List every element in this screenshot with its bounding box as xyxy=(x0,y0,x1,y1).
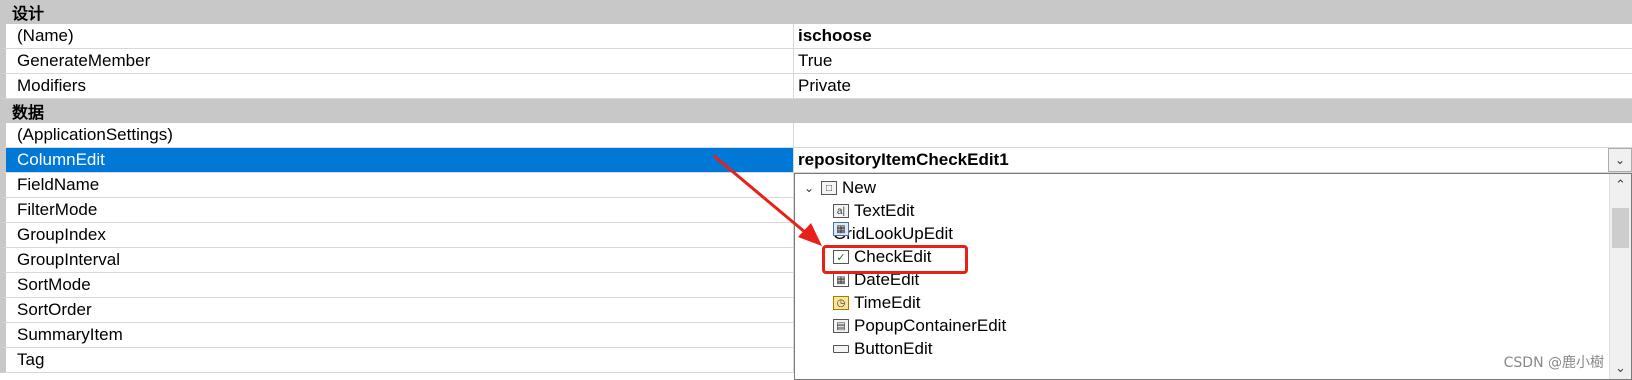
property-row-name[interactable]: (Name) ischoose xyxy=(0,24,1632,49)
column-edit-dropdown[interactable]: ⌄ □ New a| TextEdit ▦ GridLookUpEdit ✓ C… xyxy=(794,173,1632,380)
property-value[interactable] xyxy=(794,123,1632,148)
property-name: ColumnEdit xyxy=(0,148,794,173)
property-name: SortMode xyxy=(0,273,794,298)
property-grid-window: 设计 (Name) ischoose GenerateMember True M… xyxy=(0,0,1632,380)
category-design[interactable]: 设计 xyxy=(0,0,1632,24)
property-row-modifiers[interactable]: Modifiers Private xyxy=(0,74,1632,99)
category-data[interactable]: 数据 xyxy=(0,99,1632,123)
button-icon xyxy=(833,345,849,353)
dropdown-scrollbar[interactable]: ⌃ ⌄ xyxy=(1609,174,1631,379)
tree-item-label: GridLookUpEdit xyxy=(833,224,954,243)
property-name: (ApplicationSettings) xyxy=(0,123,794,148)
property-name: SummaryItem xyxy=(0,323,794,348)
property-name: GroupIndex xyxy=(0,223,794,248)
gridlookup-icon: ▦ xyxy=(833,222,849,236)
property-row-applicationsettings[interactable]: (ApplicationSettings) xyxy=(0,123,1632,148)
property-name: Tag xyxy=(0,348,794,373)
property-value[interactable]: True xyxy=(794,49,1632,74)
property-name: FieldName xyxy=(0,173,794,198)
category-data-label: 数据 xyxy=(12,103,45,122)
tree-item-gridlookupedit[interactable]: ▦ GridLookUpEdit xyxy=(833,222,953,246)
property-name: GroupInterval xyxy=(0,248,794,273)
property-row-generatemember[interactable]: GenerateMember True xyxy=(0,49,1632,74)
tree-item-label: TimeEdit xyxy=(854,293,921,312)
tree-item-popupcontaineredit[interactable]: ▤ PopupContainerEdit xyxy=(833,314,1006,338)
property-name: (Name) xyxy=(0,24,794,49)
tree-item-buttonedit[interactable]: ButtonEdit xyxy=(833,337,932,361)
new-folder-icon: □ xyxy=(821,181,837,195)
category-design-label: 设计 xyxy=(12,4,45,23)
property-row-columnedit[interactable]: ColumnEdit repositoryItemCheckEdit1 ⌄ xyxy=(0,148,1632,173)
watermark: CSDN @鹿小樹 xyxy=(1503,355,1604,371)
clock-icon: ◷ xyxy=(833,296,849,310)
tree-node-label: New xyxy=(842,178,877,197)
property-name: SortOrder xyxy=(0,298,794,323)
textedit-icon: a| xyxy=(833,204,849,218)
chevron-down-icon[interactable]: ⌄ xyxy=(1608,148,1632,172)
property-name: Modifiers xyxy=(0,74,794,99)
property-name: FilterMode xyxy=(0,198,794,223)
property-name: GenerateMember xyxy=(0,49,794,74)
tree-node-new[interactable]: ⌄ □ New xyxy=(801,176,876,200)
property-value[interactable]: Private xyxy=(794,74,1632,99)
calendar-icon: ▦ xyxy=(833,273,849,287)
tree-item-label: PopupContainerEdit xyxy=(854,316,1007,335)
property-value[interactable]: repositoryItemCheckEdit1 xyxy=(794,148,1632,173)
chevron-down-icon[interactable]: ⌄ xyxy=(1610,357,1631,379)
property-value[interactable]: ischoose xyxy=(794,24,1632,49)
chevron-up-icon[interactable]: ⌃ xyxy=(1610,174,1631,196)
tree-item-timeedit[interactable]: ◷ TimeEdit xyxy=(833,291,920,315)
popup-icon: ▤ xyxy=(833,319,849,333)
tree-item-label: TextEdit xyxy=(854,201,915,220)
red-highlight-annotation xyxy=(822,245,968,274)
scrollbar-thumb[interactable] xyxy=(1612,208,1629,248)
tree-item-label: ButtonEdit xyxy=(854,339,933,358)
tree-item-textedit[interactable]: a| TextEdit xyxy=(833,199,914,223)
chevron-down-icon[interactable]: ⌄ xyxy=(801,181,817,195)
